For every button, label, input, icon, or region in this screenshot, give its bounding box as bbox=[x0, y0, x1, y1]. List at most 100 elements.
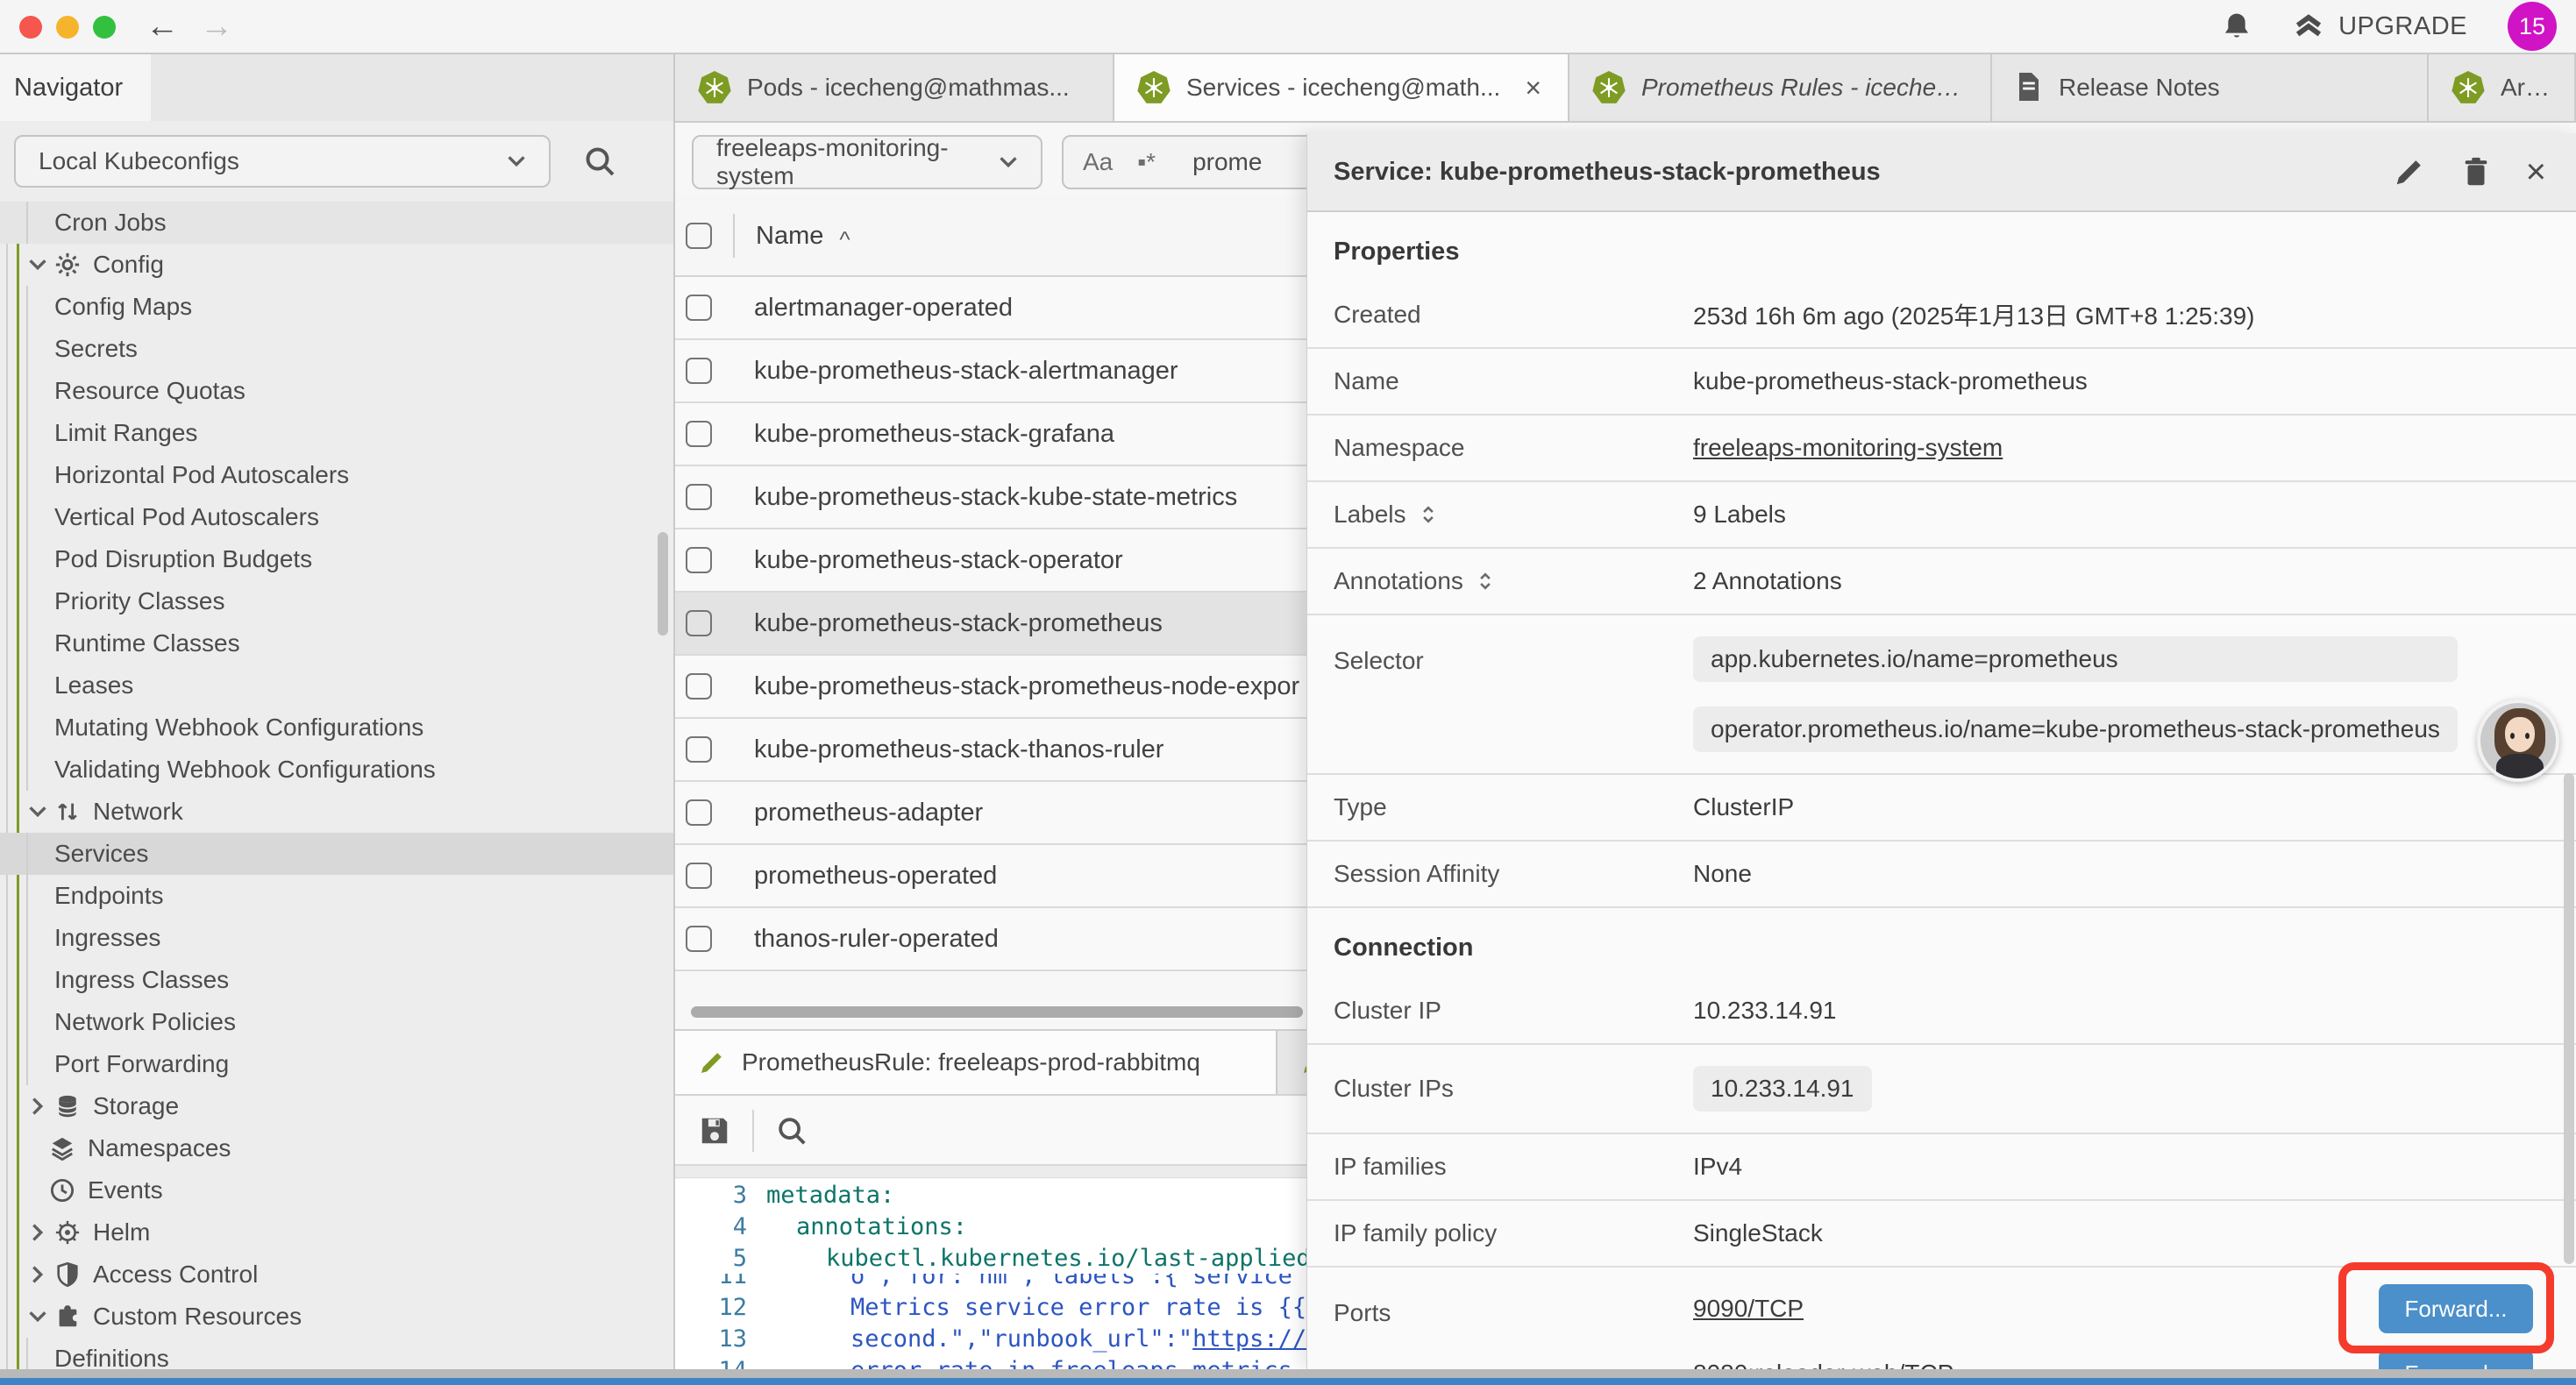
kubeconfig-selector[interactable]: Local Kubeconfigs bbox=[14, 135, 551, 188]
property-value: 10.233.14.91 bbox=[1693, 997, 1837, 1025]
chevron-down-icon bbox=[995, 149, 1021, 175]
sidebar-scrollbar-thumb[interactable] bbox=[658, 532, 668, 636]
port-link[interactable]: 9090/TCP bbox=[1693, 1295, 1804, 1323]
navigator-tab[interactable]: Navigator bbox=[0, 54, 151, 121]
sidebar-item-priority-classes[interactable]: Priority Classes bbox=[0, 580, 673, 622]
sidebar-item-config-maps[interactable]: Config Maps bbox=[0, 286, 673, 328]
service-name: kube-prometheus-stack-prometheus-node-ex… bbox=[754, 672, 1299, 701]
sidebar-item-secrets[interactable]: Secrets bbox=[0, 328, 673, 370]
detail-scrollbar-thumb[interactable] bbox=[2564, 773, 2574, 1264]
tab-pods-icecheng-mathmas[interactable]: Pods - icecheng@mathmas... bbox=[675, 54, 1114, 121]
row-checkbox[interactable] bbox=[686, 547, 712, 573]
sidebar-item-ingresses[interactable]: Ingresses bbox=[0, 917, 673, 959]
property-value: SingleStack bbox=[1693, 1219, 1823, 1247]
toolbar-divider bbox=[752, 1110, 754, 1152]
sidebar-item-resource-quotas[interactable]: Resource Quotas bbox=[0, 370, 673, 412]
sidebar-item-port-forwarding[interactable]: Port Forwarding bbox=[0, 1043, 673, 1085]
chevron-down-icon[interactable] bbox=[25, 1303, 51, 1330]
row-checkbox[interactable] bbox=[686, 799, 712, 826]
sorter-icon[interactable] bbox=[1417, 503, 1440, 526]
sidebar-search-icon[interactable] bbox=[582, 144, 617, 179]
row-checkbox[interactable] bbox=[686, 926, 712, 952]
database-icon bbox=[54, 1093, 81, 1119]
property-label: Labels bbox=[1307, 501, 1693, 529]
section-heading-properties: Properties bbox=[1307, 212, 2576, 282]
namespace-link[interactable]: freeleaps-monitoring-system bbox=[1693, 434, 2003, 462]
row-checkbox[interactable] bbox=[686, 863, 712, 889]
column-header-name[interactable]: Name ^ bbox=[733, 214, 850, 258]
upgrade-button[interactable]: UPGRADE bbox=[2293, 11, 2467, 42]
sidebar-item-validating-webhook-configurations[interactable]: Validating Webhook Configurations bbox=[0, 749, 673, 791]
sidebar-item-custom-resources[interactable]: Custom Resources bbox=[0, 1296, 673, 1338]
sidebar-item-cron-jobs[interactable]: Cron Jobs bbox=[0, 202, 673, 244]
row-checkbox[interactable] bbox=[686, 358, 712, 384]
namespace-filter-select[interactable]: freeleaps-monitoring-system bbox=[692, 135, 1042, 189]
sidebar-item-helm[interactable]: Helm bbox=[0, 1211, 673, 1254]
tab-release-notes[interactable]: Release Notes bbox=[1992, 54, 2429, 121]
row-checkbox[interactable] bbox=[686, 295, 712, 321]
select-all-checkbox[interactable] bbox=[686, 223, 712, 249]
bottom-scrollbar-track[interactable] bbox=[0, 1369, 2576, 1378]
sidebar-item-pod-disruption-budgets[interactable]: Pod Disruption Budgets bbox=[0, 538, 673, 580]
close-window-button[interactable] bbox=[19, 16, 42, 39]
close-icon[interactable]: × bbox=[2526, 155, 2546, 188]
row-checkbox[interactable] bbox=[686, 673, 712, 700]
user-avatar[interactable] bbox=[2477, 700, 2559, 782]
chevron-down-icon[interactable] bbox=[25, 252, 51, 278]
chevron-right-icon[interactable] bbox=[25, 1093, 51, 1119]
sidebar-item-config[interactable]: Config bbox=[0, 244, 673, 286]
sidebar-item-leases[interactable]: Leases bbox=[0, 664, 673, 707]
horizontal-scrollbar-thumb[interactable] bbox=[691, 1006, 1303, 1018]
notifications-bell-icon[interactable] bbox=[2221, 11, 2252, 42]
chevron-down-icon[interactable] bbox=[25, 799, 51, 825]
match-case-toggle[interactable]: Aa bbox=[1083, 148, 1113, 176]
service-name: kube-prometheus-stack-prometheus bbox=[754, 609, 1163, 638]
edit-pencil-icon[interactable] bbox=[2393, 155, 2426, 188]
tab-argo-se[interactable]: Argo Se bbox=[2429, 54, 2576, 121]
sidebar-item-horizontal-pod-autoscalers[interactable]: Horizontal Pod Autoscalers bbox=[0, 454, 673, 496]
row-checkbox[interactable] bbox=[686, 421, 712, 447]
sidebar-item-limit-ranges[interactable]: Limit Ranges bbox=[0, 412, 673, 454]
sorter-icon[interactable] bbox=[1474, 570, 1497, 593]
sidebar-item-endpoints[interactable]: Endpoints bbox=[0, 875, 673, 917]
sidebar-item-ingress-classes[interactable]: Ingress Classes bbox=[0, 959, 673, 1001]
tree-indent-guide bbox=[26, 833, 28, 875]
kubernetes-icon bbox=[698, 71, 731, 104]
property-row-annotations: Annotations2 Annotations bbox=[1307, 549, 2576, 615]
regex-toggle[interactable]: ▪* bbox=[1137, 148, 1156, 176]
tree-indent-guide bbox=[26, 707, 28, 749]
minimize-window-button[interactable] bbox=[56, 16, 79, 39]
sidebar-item-access-control[interactable]: Access Control bbox=[0, 1254, 673, 1296]
port-link[interactable]: 8080:reloader-web/TCP bbox=[1693, 1360, 1953, 1369]
sidebar-item-runtime-classes[interactable]: Runtime Classes bbox=[0, 622, 673, 664]
sidebar-item-vertical-pod-autoscalers[interactable]: Vertical Pod Autoscalers bbox=[0, 496, 673, 538]
back-button[interactable]: ← bbox=[146, 7, 179, 46]
editor-search-icon[interactable] bbox=[775, 1114, 808, 1147]
delete-trash-icon[interactable] bbox=[2459, 155, 2493, 188]
sidebar-item-network[interactable]: Network bbox=[0, 791, 673, 833]
notification-count-badge[interactable]: 15 bbox=[2508, 2, 2557, 51]
sidebar-item-label: Pod Disruption Budgets bbox=[54, 545, 312, 573]
forward-button[interactable]: Forward... bbox=[2379, 1349, 2533, 1369]
row-checkbox[interactable] bbox=[686, 610, 712, 636]
zoom-window-button[interactable] bbox=[93, 16, 116, 39]
forward-button[interactable]: → bbox=[200, 7, 233, 46]
sidebar-item-network-policies[interactable]: Network Policies bbox=[0, 1001, 673, 1043]
sidebar-item-namespaces[interactable]: Namespaces bbox=[0, 1127, 673, 1169]
tab-prometheus-rules-icecheng[interactable]: Prometheus Rules - icecheng... bbox=[1569, 54, 1992, 121]
sidebar-item-mutating-webhook-configurations[interactable]: Mutating Webhook Configurations bbox=[0, 707, 673, 749]
sidebar-item-storage[interactable]: Storage bbox=[0, 1085, 673, 1127]
forward-button[interactable]: Forward... bbox=[2379, 1284, 2533, 1333]
sidebar-item-services[interactable]: Services bbox=[0, 833, 673, 875]
editor-tab-prometheusrule[interactable]: PrometheusRule: freeleaps-prod-rabbitmq bbox=[675, 1031, 1277, 1094]
row-checkbox[interactable] bbox=[686, 736, 712, 763]
tab-services-icecheng-math[interactable]: Services - icecheng@math...× bbox=[1114, 54, 1569, 121]
upgrade-label: UPGRADE bbox=[2338, 12, 2467, 41]
row-checkbox[interactable] bbox=[686, 484, 712, 510]
chevron-right-icon[interactable] bbox=[25, 1261, 51, 1288]
chevron-right-icon[interactable] bbox=[25, 1219, 51, 1246]
sidebar-item-events[interactable]: Events bbox=[0, 1169, 673, 1211]
save-icon[interactable] bbox=[698, 1114, 731, 1147]
close-tab-icon[interactable]: × bbox=[1525, 72, 1541, 104]
sidebar-item-label: Network Policies bbox=[54, 1008, 236, 1036]
